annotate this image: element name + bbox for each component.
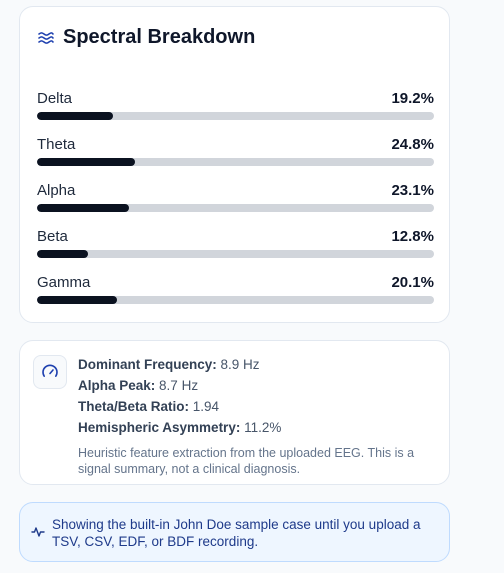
band-delta: Delta 19.2% <box>37 90 434 120</box>
band-track <box>37 204 434 212</box>
gauge-icon-badge <box>33 355 67 389</box>
band-name: Delta <box>37 90 73 107</box>
band-value: 24.8% <box>391 136 434 153</box>
band-value: 23.1% <box>391 182 434 199</box>
metric-theta-beta-ratio: Theta/Beta Ratio: 1.94 <box>78 396 433 417</box>
metric-hemispheric-asymmetry: Hemispheric Asymmetry: 11.2% <box>78 417 433 438</box>
activity-icon <box>31 527 45 537</box>
band-track <box>37 250 434 258</box>
band-beta: Beta 12.8% <box>37 228 434 258</box>
metric-alpha-peak: Alpha Peak: 8.7 Hz <box>78 375 433 396</box>
metric-value: 8.7 Hz <box>159 378 199 393</box>
band-name: Beta <box>37 228 68 245</box>
band-theta: Theta 24.8% <box>37 136 434 166</box>
band-track <box>37 296 434 304</box>
spectral-header: Spectral Breakdown <box>37 26 255 49</box>
band-fill <box>37 112 114 120</box>
band-fill <box>37 250 88 258</box>
metric-dominant-frequency: Dominant Frequency: 8.9 Hz <box>78 354 433 375</box>
band-name: Gamma <box>37 274 91 291</box>
waves-icon <box>38 31 54 44</box>
band-value: 12.8% <box>391 228 434 245</box>
band-fill <box>37 158 136 166</box>
band-name: Theta <box>37 136 76 153</box>
band-alpha: Alpha 23.1% <box>37 182 434 212</box>
band-name: Alpha <box>37 182 76 199</box>
metrics-list: Dominant Frequency: 8.9 Hz Alpha Peak: 8… <box>78 354 433 477</box>
notice-text: Showing the built-in John Doe sample cas… <box>52 517 421 549</box>
gauge-icon <box>42 364 58 377</box>
metric-label: Hemispheric Asymmetry: <box>78 420 241 435</box>
band-gamma: Gamma 20.1% <box>37 274 434 304</box>
spectral-breakdown-card: Spectral Breakdown Delta 19.2% Theta 24.… <box>19 6 450 323</box>
card-title: Spectral Breakdown <box>63 26 256 48</box>
metrics-card: Dominant Frequency: 8.9 Hz Alpha Peak: 8… <box>19 340 450 485</box>
metric-label: Alpha Peak: <box>78 378 156 393</box>
band-value: 20.1% <box>391 274 434 291</box>
metric-value: 11.2% <box>244 420 282 435</box>
metric-label: Dominant Frequency: <box>78 357 217 372</box>
band-fill <box>37 296 117 304</box>
band-track <box>37 158 434 166</box>
band-track <box>37 112 434 120</box>
metrics-disclaimer: Heuristic feature extraction from the up… <box>78 446 415 476</box>
band-value: 19.2% <box>391 90 434 107</box>
band-fill <box>37 204 129 212</box>
metric-value: 1.94 <box>192 399 220 414</box>
metric-label: Theta/Beta Ratio: <box>78 399 190 414</box>
metric-value: 8.9 Hz <box>220 357 260 372</box>
sample-notice: Showing the built-in John Doe sample cas… <box>19 502 450 562</box>
